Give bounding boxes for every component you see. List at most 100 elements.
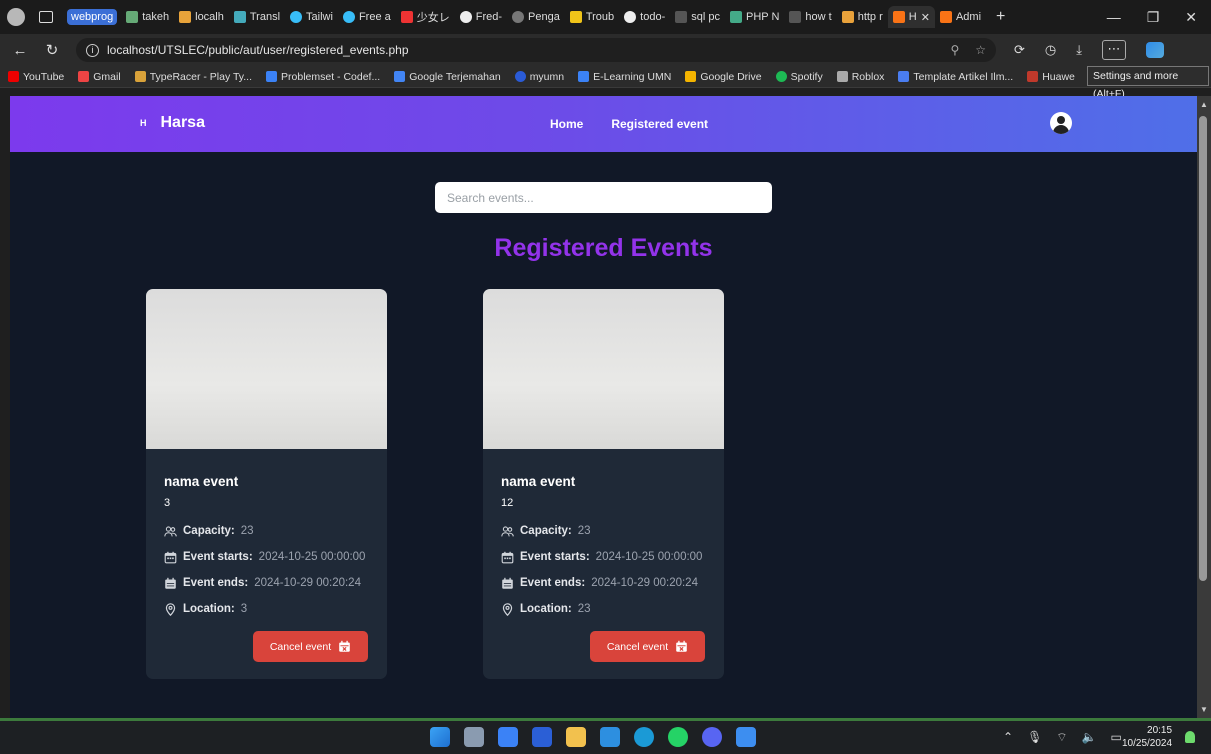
settings-tooltip: Settings and more (Alt+F)	[1087, 66, 1209, 100]
location-pin-icon	[502, 602, 513, 616]
cancel-event-button[interactable]: Cancel event	[253, 631, 368, 662]
spotify-icon	[775, 71, 787, 82]
search-input[interactable]	[435, 182, 772, 213]
tab[interactable]: Transl	[229, 6, 285, 28]
location-label: Location:	[520, 603, 572, 615]
bookmark-google-translate[interactable]: Google Terjemahan	[394, 71, 501, 83]
capacity-row: Capacity: 23	[501, 518, 706, 544]
history-icon[interactable]: ◷	[1045, 42, 1056, 58]
restore-icon[interactable]: ❐	[1147, 9, 1160, 26]
tab[interactable]: how t	[784, 6, 836, 28]
tab[interactable]: localh	[174, 6, 229, 28]
chevron-up-icon[interactable]: ⌃	[1003, 730, 1013, 745]
location-value: 23	[577, 603, 591, 615]
tab-group-label[interactable]: webprog	[67, 9, 118, 25]
tab[interactable]: todo-	[619, 6, 670, 28]
minimize-icon[interactable]: —	[1107, 9, 1121, 26]
file-explorer-icon[interactable]	[566, 727, 586, 747]
bookmark-gmail[interactable]: Gmail	[78, 71, 121, 83]
notification-bell-icon[interactable]	[1185, 731, 1195, 743]
bookmark-huawei[interactable]: Huawe	[1027, 71, 1075, 83]
vscode-icon[interactable]	[600, 727, 620, 747]
zoom-icon[interactable]: ⚲	[950, 43, 959, 57]
address-bar[interactable]: i localhost/UTSLEC/public/aut/user/regis…	[76, 38, 996, 62]
copilot-icon[interactable]	[1146, 42, 1164, 58]
page-title: Registered Events	[494, 234, 713, 262]
tab[interactable]: 少女レ	[396, 6, 455, 28]
tab[interactable]: http r	[837, 6, 888, 28]
typeracer-icon	[134, 71, 146, 82]
tab[interactable]: PHP N	[725, 6, 784, 28]
calendar-icon	[501, 551, 514, 563]
tab-favicon-icon	[892, 11, 905, 23]
bookmark-myumn[interactable]: myumn	[514, 71, 564, 83]
volume-icon[interactable]: 🔈	[1082, 730, 1097, 745]
new-tab-icon[interactable]: +	[996, 8, 1005, 26]
favorite-star-icon[interactable]: ☆	[975, 43, 986, 57]
bookmark-google-drive[interactable]: Google Drive	[685, 71, 762, 83]
bookmark-template[interactable]: Template Artikel Ilm...	[898, 71, 1013, 83]
info-icon[interactable]: i	[86, 43, 99, 57]
tab[interactable]: Tailwi	[285, 6, 338, 28]
site-logo[interactable]: H Harsa	[140, 114, 205, 132]
tab[interactable]: Fred-	[455, 6, 507, 28]
location-row: Location: 3	[164, 596, 369, 622]
tab[interactable]: sql pc	[670, 6, 725, 28]
tab[interactable]: Troub	[565, 6, 619, 28]
bookmark-elearning[interactable]: E-Learning UMN	[578, 71, 671, 83]
bookmark-roblox[interactable]: Roblox	[836, 71, 884, 83]
clock[interactable]: 20:15 10/25/2024	[1122, 724, 1172, 750]
wifi-icon[interactable]: ⌔	[1056, 730, 1067, 745]
event-id: 12	[501, 497, 514, 509]
app-icon[interactable]	[498, 727, 518, 747]
scroll-down-icon[interactable]: ▼	[1200, 705, 1208, 714]
browser-window: webprog takeh localh Transl Tailwi Free …	[0, 0, 1211, 754]
scroll-up-icon[interactable]: ▲	[1200, 100, 1208, 109]
download-icon[interactable]: ⤓	[1076, 42, 1082, 58]
mic-icon[interactable]: 🎙	[1027, 730, 1042, 745]
huawei-icon	[1027, 71, 1039, 82]
tab[interactable]: takeh	[121, 6, 174, 28]
tab-favicon-icon	[233, 11, 246, 23]
word-icon[interactable]	[532, 727, 552, 747]
notes-icon[interactable]	[736, 727, 756, 747]
tab-favicon-icon	[342, 11, 355, 23]
taskbar-apps	[430, 727, 756, 747]
profile-icon[interactable]	[7, 8, 25, 26]
extensions-icon[interactable]: ⟳	[1014, 42, 1025, 58]
url-text[interactable]: localhost/UTSLEC/public/aut/user/registe…	[107, 43, 409, 57]
refresh-icon[interactable]: ↻	[40, 41, 64, 59]
bookmark-youtube[interactable]: YouTube	[8, 71, 64, 83]
scrollbar-thumb[interactable]	[1199, 116, 1207, 581]
elearning-icon	[578, 71, 590, 82]
calendar-icon	[164, 551, 177, 563]
event-image	[483, 289, 724, 449]
discord-icon[interactable]	[702, 727, 722, 747]
nav-registered-event[interactable]: Registered event	[611, 117, 708, 131]
bookmark-typeracer[interactable]: TypeRacer - Play Ty...	[134, 71, 252, 83]
roblox-icon	[836, 71, 848, 82]
user-avatar-icon[interactable]	[1050, 112, 1072, 134]
tab-favicon-icon	[126, 11, 139, 23]
tab-active[interactable]: H ✕	[887, 6, 935, 28]
workspaces-icon[interactable]	[39, 11, 53, 23]
users-icon	[501, 525, 514, 536]
whatsapp-icon[interactable]	[668, 727, 688, 747]
bookmark-codeforces[interactable]: Problemset - Codef...	[266, 71, 380, 83]
start-icon[interactable]	[430, 727, 450, 747]
page-scrollbar[interactable]: ▲ ▼	[1197, 96, 1211, 718]
tab[interactable]: Penga	[507, 6, 565, 28]
task-view-icon[interactable]	[464, 727, 484, 747]
tab[interactable]: Free a	[338, 6, 396, 28]
edge-icon[interactable]	[634, 727, 654, 747]
back-icon[interactable]: ←	[8, 42, 32, 59]
bookmark-spotify[interactable]: Spotify	[775, 71, 823, 83]
close-tab-icon[interactable]: ✕	[921, 11, 930, 24]
start-row: Event starts: 2024-10-25 00:00:00	[164, 544, 369, 570]
settings-more-icon[interactable]: ⋯	[1102, 40, 1126, 60]
tab[interactable]: Admi	[935, 6, 986, 28]
nav-home[interactable]: Home	[550, 117, 583, 131]
close-icon[interactable]: ✕	[1185, 9, 1197, 26]
cancel-event-button[interactable]: Cancel event	[590, 631, 705, 662]
battery-icon[interactable]: ▭	[1111, 730, 1122, 745]
